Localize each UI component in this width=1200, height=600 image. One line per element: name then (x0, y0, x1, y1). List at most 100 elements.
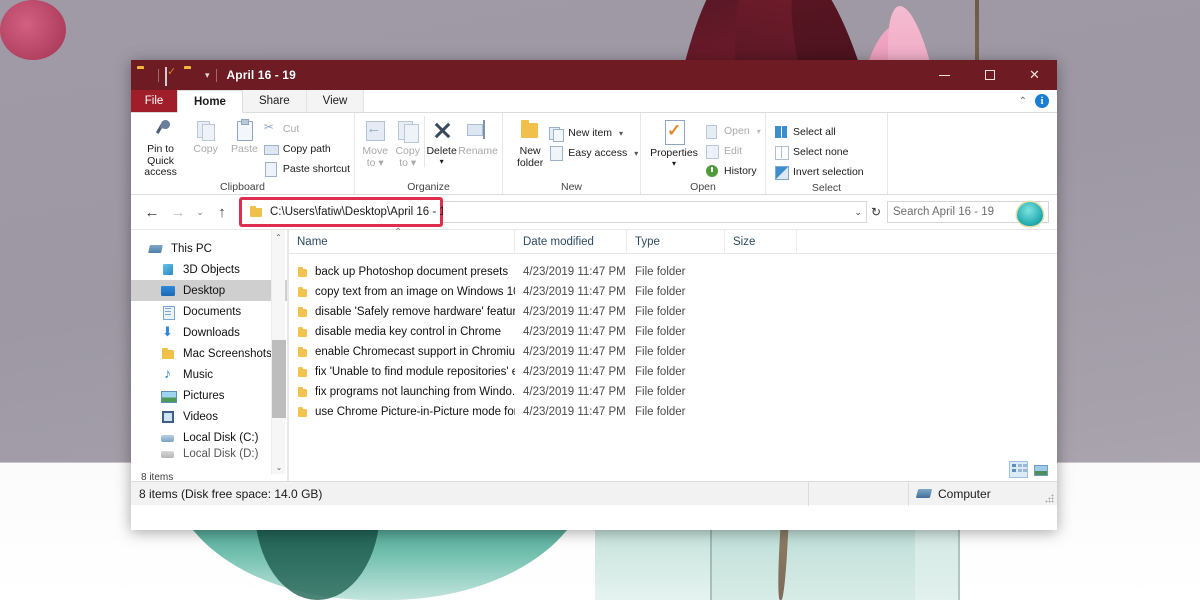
properties-icon[interactable] (165, 67, 180, 86)
history-button[interactable]: History (705, 162, 761, 180)
paste-shortcut-icon (264, 162, 278, 177)
table-row[interactable]: copy text from an image on Windows 10 4/… (289, 282, 1057, 302)
scrollbar-thumb[interactable] (272, 340, 286, 418)
column-header-size[interactable]: Size (725, 229, 797, 254)
properties-button[interactable]: Properties ▾ (647, 116, 701, 169)
easy-access-button[interactable]: Easy access ▾ (549, 144, 638, 162)
sidebar-item-local-disk-c[interactable]: Local Disk (C:) (131, 427, 287, 448)
open-button[interactable]: Open ▾ (705, 122, 761, 140)
recent-locations-button[interactable]: ⌄ (191, 199, 209, 225)
maximize-button[interactable] (967, 60, 1012, 90)
tab-home[interactable]: Home (177, 90, 243, 113)
new-folder-icon[interactable] (184, 68, 199, 82)
details-view-button[interactable] (1009, 461, 1028, 478)
move-to-button[interactable]: Move to ▾ (359, 116, 391, 169)
sidebar-item-local-disk-d[interactable]: Local Disk (D:) (131, 448, 287, 460)
flower-bud (0, 0, 66, 60)
help-icon[interactable]: i (1035, 94, 1049, 108)
invert-selection-button[interactable]: Invert selection (774, 163, 864, 181)
copy-path-button[interactable]: Copy path (263, 140, 350, 158)
select-all-button[interactable]: Select all (774, 123, 864, 141)
history-icon (705, 164, 719, 178)
table-row[interactable]: use Chrome Picture-in-Picture mode for .… (289, 402, 1057, 422)
address-bar[interactable]: C:\Users\fatiw\Desktop\April 16 - 19 (243, 201, 452, 223)
chevron-down-icon[interactable]: ▾ (619, 129, 623, 138)
scroll-up-arrow-icon[interactable]: ⌃ (272, 230, 285, 244)
paste-button[interactable]: Paste (225, 116, 264, 156)
up-button[interactable]: ↑ (209, 199, 235, 225)
forward-button[interactable]: → (165, 199, 191, 225)
edit-icon (705, 144, 719, 159)
folder-icon[interactable] (137, 68, 152, 82)
column-header-type[interactable]: Type (627, 229, 725, 254)
file-rows: back up Photoshop document presets 4/23/… (289, 254, 1057, 422)
pin-to-quick-access-button[interactable]: Pin to Quick access (135, 116, 186, 179)
close-button[interactable]: ✕ (1012, 60, 1057, 90)
cut-button[interactable]: Cut (264, 120, 350, 138)
ribbon-group-label: New (560, 181, 582, 193)
copy-to-button[interactable]: Copy to ▾ (391, 116, 423, 169)
column-header-name[interactable]: Name ⌃ (289, 227, 515, 254)
sidebar-item-this-pc[interactable]: This PC (131, 238, 287, 259)
copy-button[interactable]: Copy (186, 116, 225, 156)
ribbon-group-organize: Move to ▾ Copy to ▾ Delete ▾ Rename (355, 113, 503, 194)
tab-share[interactable]: Share (242, 90, 307, 112)
scroll-down-arrow-icon[interactable]: ⌄ (272, 460, 286, 474)
file-date-cell: 4/23/2019 11:47 PM (523, 266, 626, 278)
pictures-icon (161, 389, 177, 403)
new-item-button[interactable]: New item ▾ (549, 124, 638, 142)
resize-grip[interactable] (1045, 494, 1054, 503)
customize-caret-icon[interactable]: ▾ (205, 70, 210, 80)
divider (215, 68, 217, 82)
sidebar-item-desktop[interactable]: Desktop (131, 280, 287, 301)
sidebar-item-music[interactable]: Music (131, 364, 287, 385)
chevron-down-icon[interactable]: ▾ (757, 127, 761, 136)
sidebar-item-downloads[interactable]: Downloads (131, 322, 287, 343)
chevron-down-icon[interactable]: ▾ (634, 149, 638, 158)
view-mode-buttons (1009, 461, 1049, 478)
chevron-down-icon[interactable]: ▾ (440, 156, 444, 168)
sidebar-item-mac-screenshots[interactable]: Mac Screenshots (131, 343, 287, 364)
table-row[interactable]: disable 'Safely remove hardware' feature… (289, 302, 1057, 322)
title-bar[interactable]: ▾ April 16 - 19 ✕ (131, 60, 1057, 90)
paste-shortcut-button[interactable]: Paste shortcut (264, 160, 350, 178)
address-bar-remainder[interactable]: ⌄ (443, 201, 867, 223)
tab-view[interactable]: View (306, 90, 365, 112)
table-row[interactable]: enable Chromecast support in Chromiu... … (289, 342, 1057, 362)
folder-icon (297, 366, 309, 378)
table-row[interactable]: disable media key control in Chrome 4/23… (289, 322, 1057, 342)
refresh-button[interactable]: ↻ (871, 205, 881, 219)
column-header-blank (797, 230, 1057, 254)
downloads-icon (161, 324, 176, 340)
copy-path-icon (263, 142, 279, 156)
delete-button[interactable]: Delete ▾ (423, 116, 458, 168)
file-list-pane: Name ⌃ Date modified Type Size back up P… (289, 202, 1057, 481)
select-commands: Select all Select none Invert selection (774, 116, 864, 181)
sidebar-item-pictures[interactable]: Pictures (131, 385, 287, 406)
chevron-down-icon[interactable]: ▾ (672, 158, 676, 170)
divider (908, 482, 909, 506)
large-icons-view-button[interactable] (1032, 462, 1049, 477)
file-date-cell: 4/23/2019 11:47 PM (523, 386, 626, 398)
new-folder-button[interactable]: New folder (517, 116, 543, 169)
sidebar-item-videos[interactable]: Videos (131, 406, 287, 427)
file-type-cell: File folder (635, 266, 686, 278)
file-type-cell: File folder (635, 386, 686, 398)
column-header-date-modified[interactable]: Date modified (515, 229, 627, 254)
sidebar-item-3d-objects[interactable]: 3D Objects (131, 259, 287, 280)
tab-file[interactable]: File (131, 90, 177, 112)
rename-button[interactable]: Rename (458, 116, 498, 158)
navigation-pane-scrollbar[interactable]: ⌃ ⌄ (271, 230, 286, 474)
edit-button[interactable]: Edit (705, 142, 761, 160)
select-none-icon (774, 145, 789, 160)
copy-icon (195, 119, 217, 141)
chevron-down-icon[interactable]: ⌄ (854, 207, 862, 218)
chevron-up-icon[interactable]: ⌃ (1019, 96, 1027, 107)
table-row[interactable]: fix programs not launching from Windo...… (289, 382, 1057, 402)
minimize-button[interactable] (922, 60, 967, 90)
select-none-button[interactable]: Select none (774, 143, 864, 161)
table-row[interactable]: back up Photoshop document presets 4/23/… (289, 262, 1057, 282)
sidebar-item-documents[interactable]: Documents (131, 301, 287, 322)
table-row[interactable]: fix 'Unable to find module repositories'… (289, 362, 1057, 382)
back-button[interactable]: ← (139, 199, 165, 225)
